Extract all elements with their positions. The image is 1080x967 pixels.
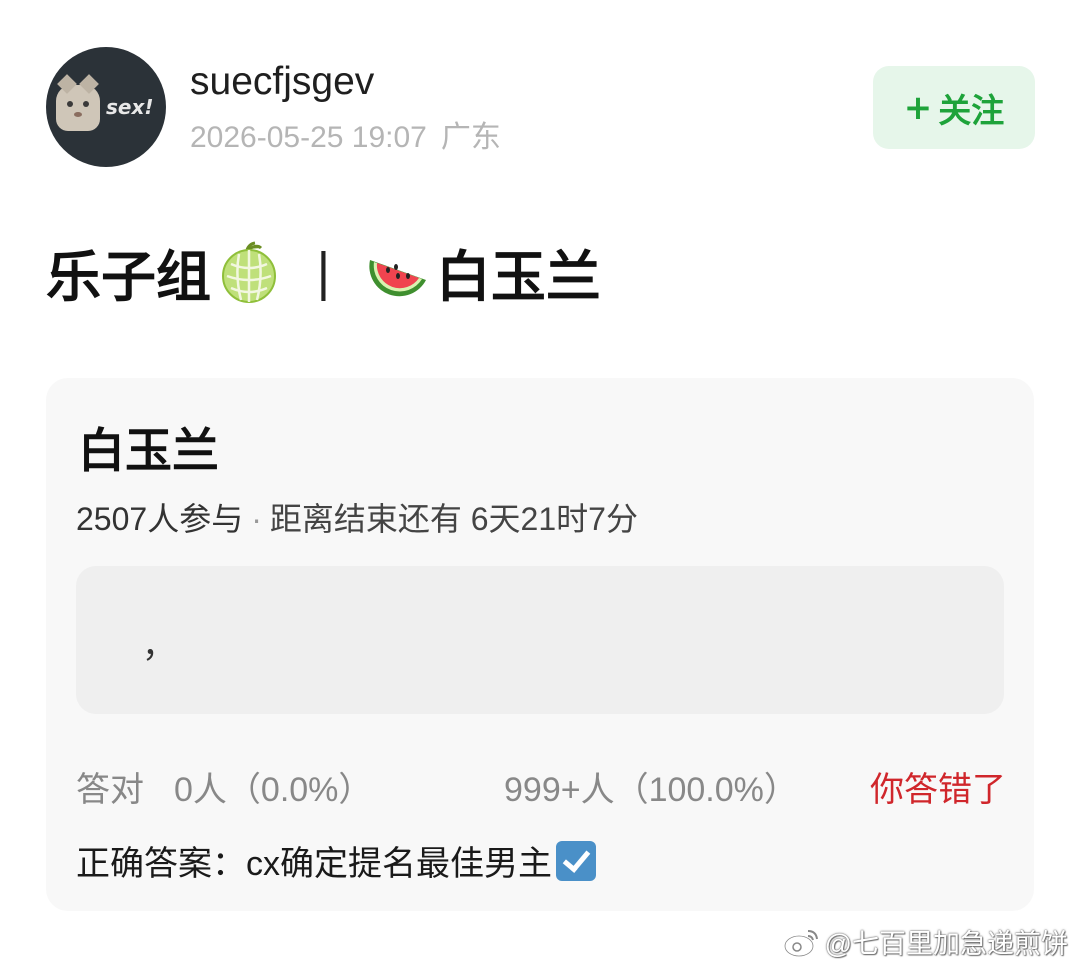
follow-button[interactable]: + 关注: [873, 66, 1035, 149]
wrong-answer-tag: 你答错了: [870, 771, 1006, 809]
melon-emoji-icon: [222, 241, 277, 303]
correct-count: 0人（0.0%）: [174, 771, 373, 809]
correct-label: 答对: [76, 771, 144, 809]
watermark: @七百里加急递煎饼: [783, 922, 1068, 961]
stats-dot: ·: [251, 501, 262, 537]
watermark-text: @七百里加急递煎饼: [824, 929, 1068, 959]
poll-stats: 2507人参与 · 距离结束还有 6天21时7分: [76, 494, 638, 540]
title-separator: |: [315, 243, 332, 301]
avatar[interactable]: sex!: [46, 47, 166, 167]
title-left: 乐子组: [46, 245, 212, 309]
follow-label: 关注: [938, 90, 1005, 130]
poll-remaining: 距离结束还有 6天21时7分: [269, 501, 638, 537]
cat-face-icon: [56, 74, 100, 131]
answer-text: cx确定提名最佳男主: [246, 845, 552, 883]
poll-result-row: 答对 0人（0.0%） 999+人（100.0%） 你答错了: [76, 762, 1006, 809]
post-title: 乐子组 | 白玉兰: [46, 232, 601, 312]
correct-answer: 正确答案： cx确定提名最佳男主: [76, 836, 596, 885]
avatar-caption: sex!: [106, 95, 154, 119]
post-meta: 2026-05-25 19:07 广东: [190, 118, 501, 158]
poll-option[interactable]: ，: [76, 566, 1004, 714]
poll-title: 白玉兰: [78, 424, 219, 479]
post-region: 广东: [440, 121, 501, 154]
post-timestamp: 2026-05-25 19:07: [190, 121, 427, 154]
poll-participants: 2507人参与: [76, 501, 244, 537]
username[interactable]: suecfjsgev: [190, 58, 374, 106]
answer-prefix: 正确答案：: [76, 845, 246, 883]
poll-option-text: ，: [142, 627, 176, 665]
wrong-count: 999+人（100.0%）: [504, 771, 798, 809]
poll-card: 白玉兰 2507人参与 · 距离结束还有 6天21时7分 ， 答对 0人（0.0%）…: [46, 378, 1034, 911]
plus-icon: +: [903, 87, 933, 128]
watermelon-emoji-icon: [369, 260, 426, 297]
weibo-icon: [783, 929, 818, 957]
check-box-icon: [556, 840, 596, 881]
title-right: 白玉兰: [435, 245, 601, 309]
